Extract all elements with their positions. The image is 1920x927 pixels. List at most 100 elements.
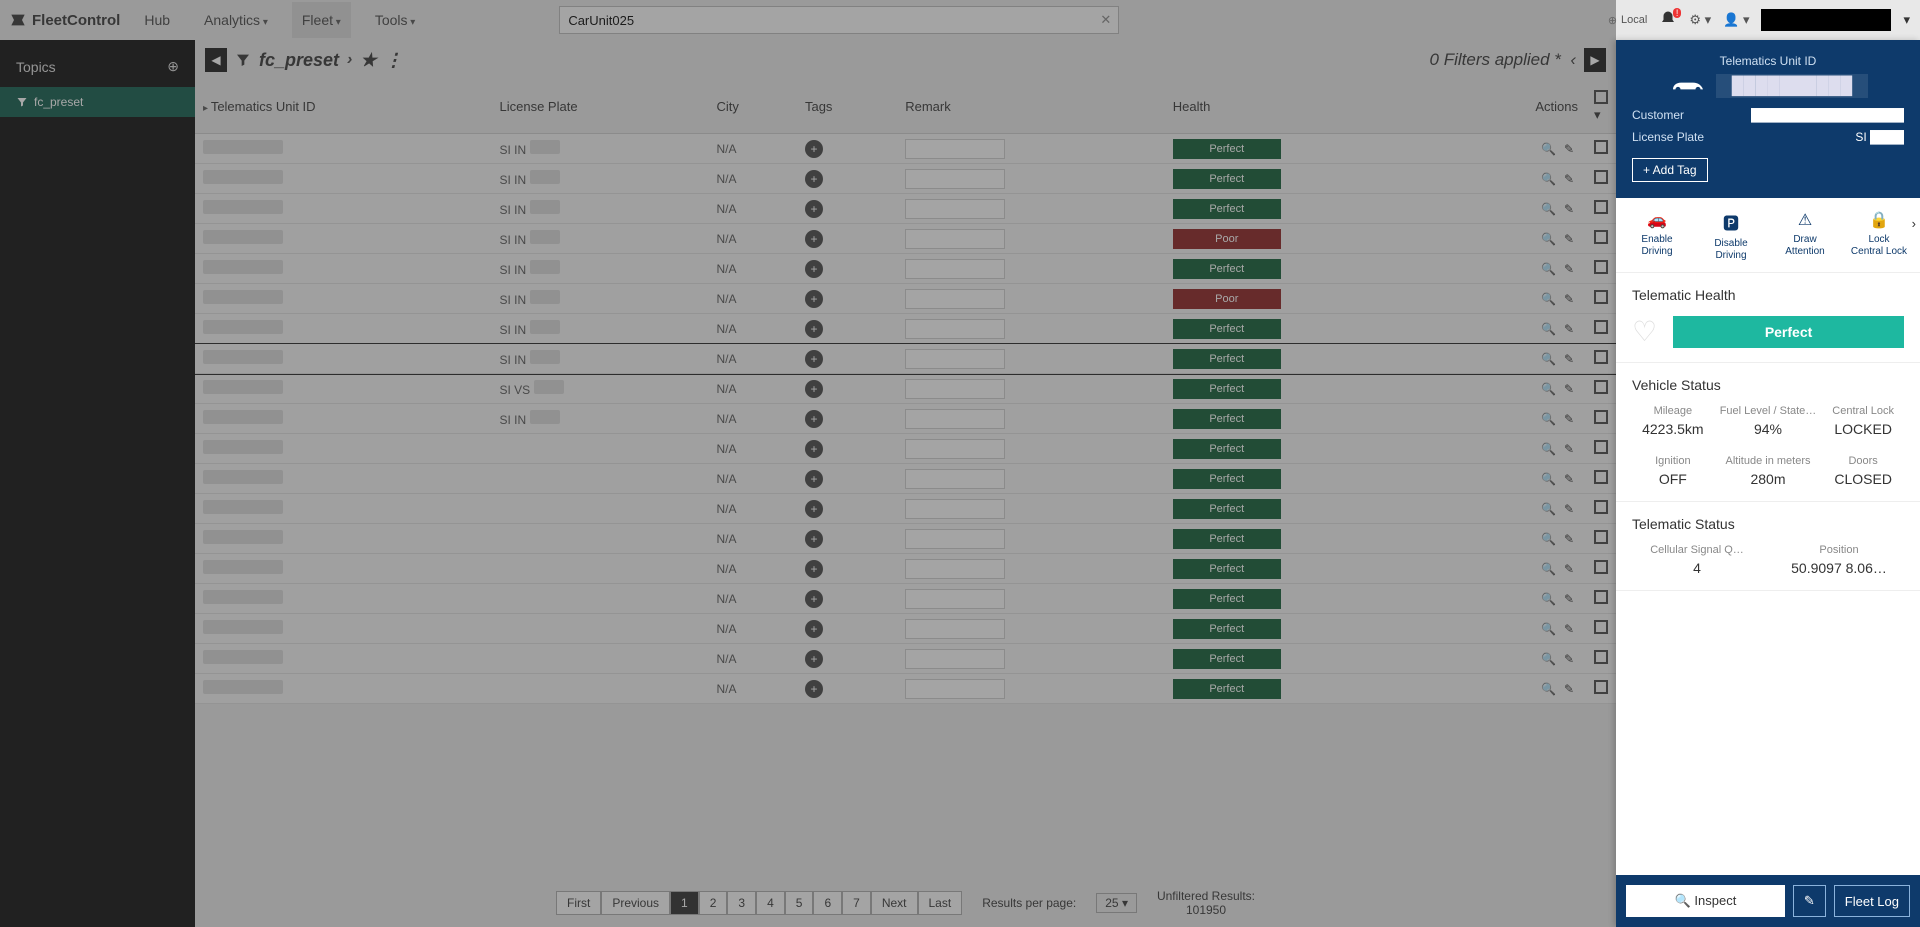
edit-row-icon[interactable]: ✎ bbox=[1564, 532, 1574, 546]
favorite-icon[interactable]: ★ bbox=[360, 50, 376, 71]
edit-row-icon[interactable]: ✎ bbox=[1564, 592, 1574, 606]
col-unit-id[interactable]: Telematics Unit ID bbox=[195, 80, 492, 134]
edit-row-icon[interactable]: ✎ bbox=[1564, 442, 1574, 456]
inspect-row-icon[interactable]: 🔍 bbox=[1541, 532, 1556, 546]
page-5[interactable]: 5 bbox=[785, 891, 814, 915]
col-health[interactable]: Health bbox=[1165, 80, 1451, 134]
select-row-checkbox[interactable] bbox=[1594, 590, 1608, 604]
remark-input[interactable] bbox=[905, 199, 1005, 219]
table-row[interactable]: SI IN N/A+Perfect🔍✎ bbox=[195, 404, 1616, 434]
edit-row-icon[interactable]: ✎ bbox=[1564, 142, 1574, 156]
col-select-all[interactable]: ▾ bbox=[1586, 80, 1616, 134]
settings-icon[interactable]: ⚙ ▾ bbox=[1689, 12, 1711, 28]
table-row[interactable]: SI IN N/A+Perfect🔍✎ bbox=[195, 344, 1616, 374]
table-row[interactable]: N/A+Perfect🔍✎ bbox=[195, 614, 1616, 644]
add-topic-icon[interactable]: ⊕ bbox=[167, 58, 179, 75]
select-row-checkbox[interactable] bbox=[1594, 140, 1608, 154]
remark-input[interactable] bbox=[905, 589, 1005, 609]
select-row-checkbox[interactable] bbox=[1594, 320, 1608, 334]
inspect-row-icon[interactable]: 🔍 bbox=[1541, 292, 1556, 306]
remark-input[interactable] bbox=[905, 439, 1005, 459]
edit-row-icon[interactable]: ✎ bbox=[1564, 172, 1574, 186]
inspect-row-icon[interactable]: 🔍 bbox=[1541, 652, 1556, 666]
username-box[interactable] bbox=[1761, 9, 1891, 31]
select-row-checkbox[interactable] bbox=[1594, 350, 1608, 364]
user-icon[interactable]: 👤 ▾ bbox=[1723, 12, 1749, 28]
edit-row-icon[interactable]: ✎ bbox=[1564, 682, 1574, 696]
edit-row-icon[interactable]: ✎ bbox=[1564, 232, 1574, 246]
edit-row-icon[interactable]: ✎ bbox=[1564, 352, 1574, 366]
table-row[interactable]: SI IN N/A+Perfect🔍✎ bbox=[195, 164, 1616, 194]
remark-input[interactable] bbox=[905, 169, 1005, 189]
add-tag-icon[interactable]: + bbox=[805, 440, 823, 458]
select-row-checkbox[interactable] bbox=[1594, 470, 1608, 484]
add-tag-icon[interactable]: + bbox=[805, 560, 823, 578]
page-6[interactable]: 6 bbox=[813, 891, 842, 915]
topic-item-fc-preset[interactable]: fc_preset bbox=[0, 87, 195, 117]
edit-row-icon[interactable]: ✎ bbox=[1564, 562, 1574, 576]
page-2[interactable]: 2 bbox=[699, 891, 728, 915]
col-plate[interactable]: License Plate bbox=[492, 80, 709, 134]
inspect-row-icon[interactable]: 🔍 bbox=[1541, 352, 1556, 366]
filters-status[interactable]: 0 Filters applied * ‹ bbox=[1430, 50, 1576, 70]
inspect-row-icon[interactable]: 🔍 bbox=[1541, 232, 1556, 246]
remark-input[interactable] bbox=[905, 319, 1005, 339]
page-prev[interactable]: Previous bbox=[601, 891, 670, 915]
page-1[interactable]: 1 bbox=[670, 891, 699, 915]
table-row[interactable]: SI IN N/A+Perfect🔍✎ bbox=[195, 314, 1616, 344]
page-first[interactable]: First bbox=[556, 891, 601, 915]
select-row-checkbox[interactable] bbox=[1594, 260, 1608, 274]
col-remark[interactable]: Remark bbox=[897, 80, 1165, 134]
select-row-checkbox[interactable] bbox=[1594, 530, 1608, 544]
table-row[interactable]: SI IN N/A+Perfect🔍✎ bbox=[195, 134, 1616, 164]
remark-input[interactable] bbox=[905, 679, 1005, 699]
select-row-checkbox[interactable] bbox=[1594, 500, 1608, 514]
inspect-row-icon[interactable]: 🔍 bbox=[1541, 142, 1556, 156]
select-row-checkbox[interactable] bbox=[1594, 380, 1608, 394]
col-city[interactable]: City bbox=[708, 80, 797, 134]
remark-input[interactable] bbox=[905, 529, 1005, 549]
select-row-checkbox[interactable] bbox=[1594, 440, 1608, 454]
inspect-row-icon[interactable]: 🔍 bbox=[1541, 262, 1556, 276]
inspect-row-icon[interactable]: 🔍 bbox=[1541, 502, 1556, 516]
page-4[interactable]: 4 bbox=[756, 891, 785, 915]
alerts-icon[interactable]: ! bbox=[1659, 10, 1677, 31]
table-row[interactable]: N/A+Perfect🔍✎ bbox=[195, 554, 1616, 584]
search-input[interactable] bbox=[559, 6, 1119, 34]
page-last[interactable]: Last bbox=[918, 891, 963, 915]
table-row[interactable]: N/A+Perfect🔍✎ bbox=[195, 584, 1616, 614]
remark-input[interactable] bbox=[905, 139, 1005, 159]
inspect-row-icon[interactable]: 🔍 bbox=[1541, 622, 1556, 636]
select-row-checkbox[interactable] bbox=[1594, 620, 1608, 634]
inspect-row-icon[interactable]: 🔍 bbox=[1541, 172, 1556, 186]
kebab-menu-icon[interactable]: ⋮ bbox=[385, 50, 403, 71]
detail-action[interactable]: 🅿DisableDriving bbox=[1701, 210, 1761, 262]
remark-input[interactable] bbox=[905, 349, 1005, 369]
add-tag-icon[interactable]: + bbox=[805, 650, 823, 668]
add-tag-icon[interactable]: + bbox=[805, 230, 823, 248]
add-tag-icon[interactable]: + bbox=[805, 500, 823, 518]
table-row[interactable]: SI IN N/A+Poor🔍✎ bbox=[195, 284, 1616, 314]
add-tag-icon[interactable]: + bbox=[805, 170, 823, 188]
add-tag-icon[interactable]: + bbox=[805, 620, 823, 638]
collapse-right-icon[interactable]: ▶ bbox=[1584, 48, 1606, 72]
remark-input[interactable] bbox=[905, 499, 1005, 519]
select-row-checkbox[interactable] bbox=[1594, 200, 1608, 214]
page-next[interactable]: Next bbox=[871, 891, 918, 915]
inspect-row-icon[interactable]: 🔍 bbox=[1541, 442, 1556, 456]
inspect-row-icon[interactable]: 🔍 bbox=[1541, 382, 1556, 396]
fleet-log-button[interactable]: Fleet Log bbox=[1834, 885, 1910, 917]
inspect-row-icon[interactable]: 🔍 bbox=[1541, 322, 1556, 336]
table-row[interactable]: N/A+Perfect🔍✎ bbox=[195, 434, 1616, 464]
select-row-checkbox[interactable] bbox=[1594, 560, 1608, 574]
table-row[interactable]: N/A+Perfect🔍✎ bbox=[195, 644, 1616, 674]
inspect-row-icon[interactable]: 🔍 bbox=[1541, 202, 1556, 216]
detail-action[interactable]: 🚗EnableDriving bbox=[1627, 210, 1687, 262]
table-row[interactable]: N/A+Perfect🔍✎ bbox=[195, 674, 1616, 704]
remark-input[interactable] bbox=[905, 409, 1005, 429]
edit-row-icon[interactable]: ✎ bbox=[1564, 622, 1574, 636]
edit-row-icon[interactable]: ✎ bbox=[1564, 472, 1574, 486]
add-tag-icon[interactable]: + bbox=[805, 260, 823, 278]
select-row-checkbox[interactable] bbox=[1594, 680, 1608, 694]
edit-row-icon[interactable]: ✎ bbox=[1564, 652, 1574, 666]
